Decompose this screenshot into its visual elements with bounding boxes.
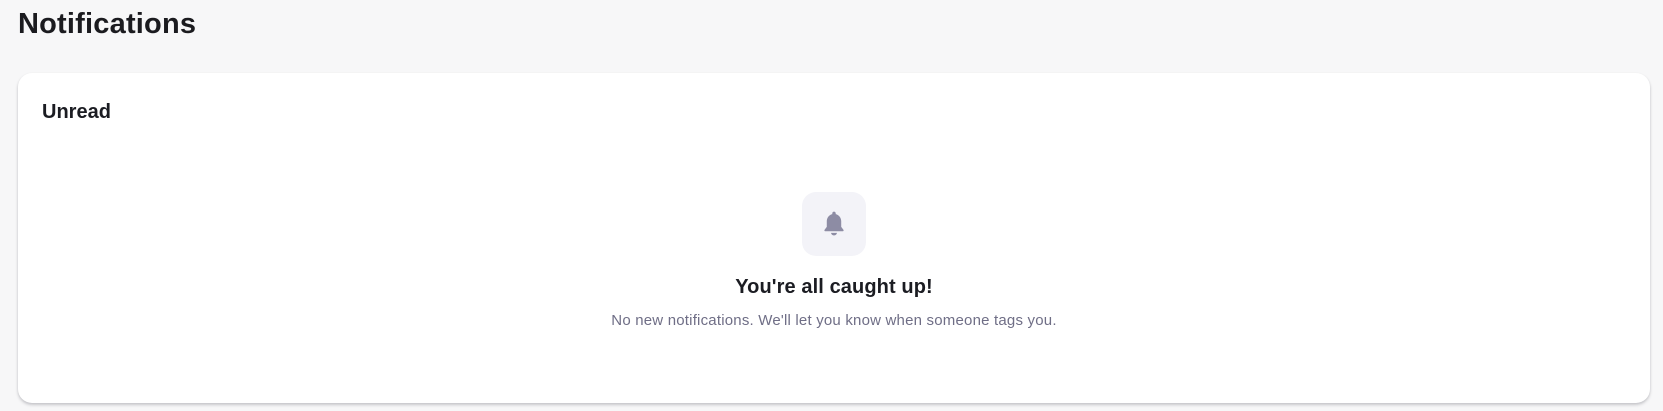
unread-section-title: Unread (42, 101, 111, 123)
unread-card: Unread You're all caught up! No new noti… (18, 73, 1650, 403)
bell-icon-container (802, 192, 866, 256)
page-title: Notifications (18, 8, 197, 40)
empty-state-title: You're all caught up! (735, 276, 933, 298)
empty-state-description: No new notifications. We'll let you know… (611, 312, 1057, 329)
empty-state: You're all caught up! No new notificatio… (18, 192, 1650, 329)
bell-icon (824, 211, 844, 236)
